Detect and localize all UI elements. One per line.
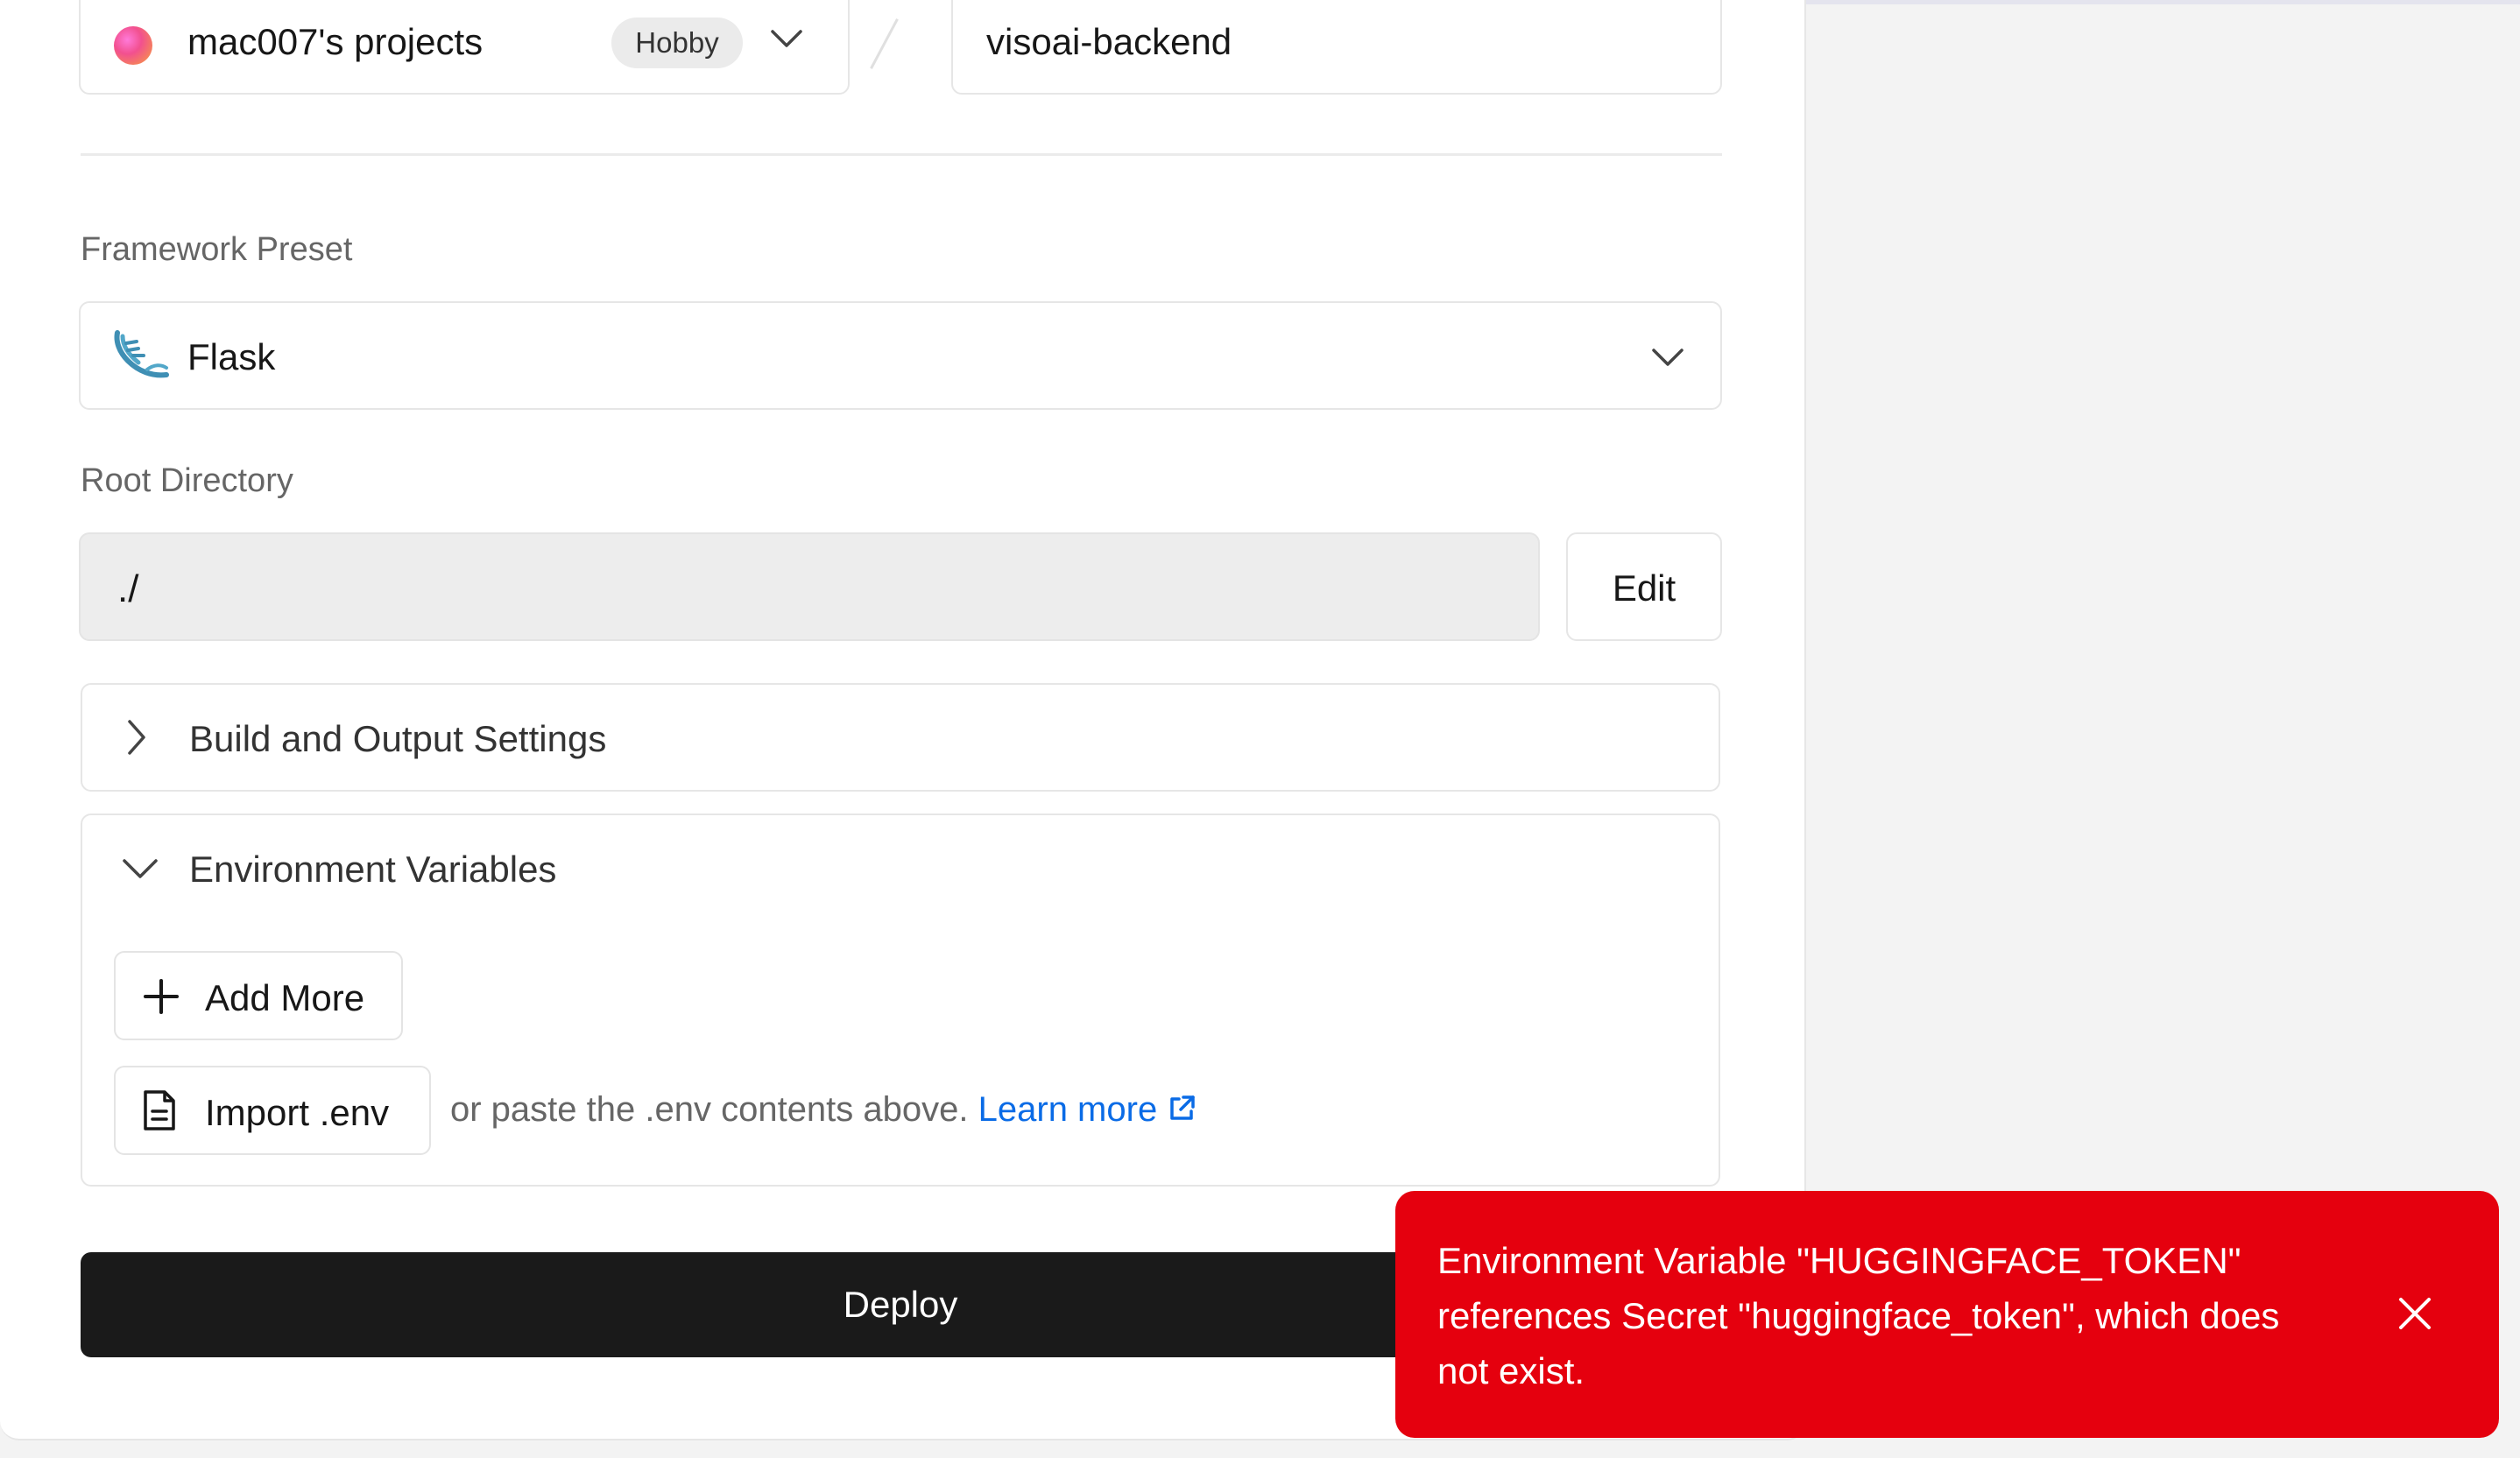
framework-name: Flask bbox=[187, 336, 276, 377]
framework-preset-label: Framework Preset bbox=[81, 231, 353, 268]
environment-variables-section: Environment Variables Add More Import .e… bbox=[81, 814, 1720, 1187]
slash-separator bbox=[870, 18, 899, 69]
import-env-label: Import .env bbox=[205, 1092, 390, 1133]
error-toast: Environment Variable "HUGGINGFACE_TOKEN"… bbox=[1395, 1191, 2499, 1438]
root-directory-value: ./ bbox=[117, 567, 139, 610]
framework-preset-select[interactable]: Flask bbox=[79, 301, 1722, 410]
learn-more-link[interactable]: Learn more bbox=[978, 1090, 1197, 1129]
team-name: mac007's projects bbox=[187, 21, 484, 62]
chevron-down-icon bbox=[123, 859, 158, 878]
plus-icon bbox=[144, 979, 179, 1014]
add-more-button[interactable]: Add More bbox=[114, 951, 403, 1040]
chevron-down-icon bbox=[771, 30, 802, 47]
environment-variables-title: Environment Variables bbox=[189, 849, 557, 890]
team-avatar bbox=[114, 26, 152, 65]
build-output-settings-title: Build and Output Settings bbox=[189, 718, 607, 759]
flask-logo-icon bbox=[114, 330, 169, 378]
plan-badge: Hobby bbox=[611, 18, 743, 68]
build-output-settings-toggle[interactable]: Build and Output Settings bbox=[81, 683, 1720, 792]
import-env-button[interactable]: Import .env bbox=[114, 1066, 431, 1155]
close-icon[interactable] bbox=[2396, 1294, 2434, 1333]
toast-message: Environment Variable "HUGGINGFACE_TOKEN"… bbox=[1437, 1240, 2280, 1391]
paste-env-hint-text: or paste the .env contents above. bbox=[450, 1090, 969, 1129]
chevron-right-icon bbox=[128, 720, 145, 755]
add-more-label: Add More bbox=[205, 977, 365, 1018]
edit-button-label: Edit bbox=[1612, 567, 1676, 609]
root-directory-label: Root Directory bbox=[81, 462, 293, 499]
project-name-value: visoai-backend bbox=[986, 21, 1232, 62]
external-link-icon bbox=[1170, 1095, 1196, 1120]
chevron-down-icon bbox=[1652, 349, 1684, 366]
project-name-input[interactable]: visoai-backend bbox=[951, 0, 1722, 95]
team-scope-select[interactable]: mac007's projects Hobby bbox=[79, 0, 850, 95]
paste-env-hint: or paste the .env contents above. Learn … bbox=[450, 1090, 1196, 1130]
edit-root-directory-button[interactable]: Edit bbox=[1566, 532, 1722, 641]
environment-variables-toggle[interactable]: Environment Variables bbox=[82, 815, 783, 912]
root-directory-input: ./ bbox=[79, 532, 1540, 641]
divider bbox=[81, 153, 1722, 156]
learn-more-label: Learn more bbox=[978, 1090, 1158, 1129]
file-icon bbox=[144, 1090, 175, 1130]
